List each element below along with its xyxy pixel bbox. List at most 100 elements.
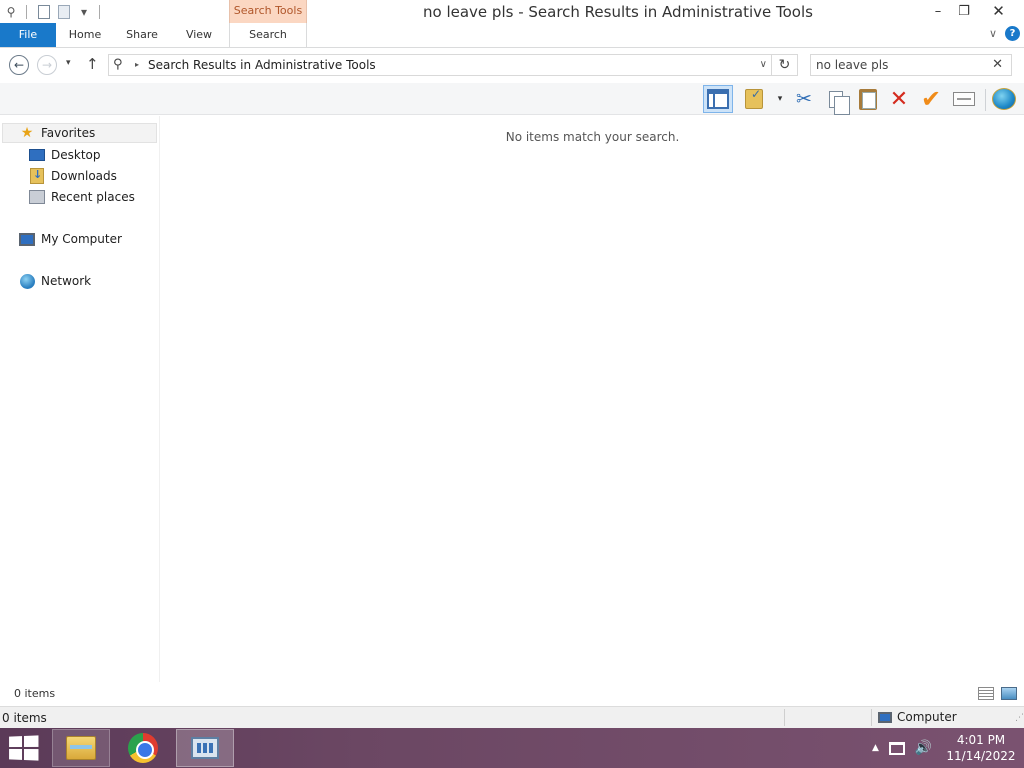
customize-qat-icon[interactable]: ▾ (75, 3, 93, 21)
copy-icon (829, 90, 850, 115)
sidebar-item-network[interactable]: Network (19, 271, 91, 291)
clock[interactable]: 4:01 PM 11/14/2022 (944, 732, 1018, 764)
sidebar-item-recent-places[interactable]: Recent places (29, 187, 135, 207)
network-tray-icon[interactable] (888, 741, 905, 755)
clipboard-icon (859, 88, 877, 110)
sidebar-item-label: Network (41, 274, 92, 288)
qat-separator (26, 4, 27, 19)
sidebar-item-my-computer[interactable]: My Computer (19, 229, 122, 249)
search-tools-context-label: Search Tools (229, 0, 307, 23)
zone-label: Computer (897, 710, 957, 724)
sidebar-item-favorites[interactable]: ★ Favorites (2, 123, 157, 143)
up-button[interactable]: ↑ (86, 55, 99, 73)
ribbon-tabs: File Home Share View Search ∨ ? (0, 23, 1024, 48)
search-box[interactable]: ✕ (810, 54, 1012, 76)
taskbar: ▲ 🔊 4:01 PM 11/14/2022 (0, 728, 1024, 768)
rename-button[interactable] (951, 85, 977, 113)
properties-dropdown-icon[interactable]: ▾ (773, 85, 787, 113)
tab-view[interactable]: View (171, 23, 227, 47)
star-icon: ★ (20, 125, 34, 141)
item-count: 0 items (2, 711, 47, 725)
sidebar-item-downloads[interactable]: Downloads (29, 166, 117, 186)
network-icon (19, 273, 35, 289)
recent-places-icon (29, 189, 45, 205)
expand-ribbon-icon[interactable]: ∨ (989, 27, 997, 40)
tab-search[interactable]: Search (229, 23, 307, 47)
forward-button[interactable]: → (37, 55, 57, 75)
details-view-icon[interactable] (978, 687, 994, 700)
tab-file[interactable]: File (0, 23, 56, 47)
window-title: no leave pls - Search Results in Adminis… (423, 3, 813, 21)
taskbar-file-explorer[interactable] (52, 729, 110, 767)
copy-button[interactable] (824, 85, 850, 115)
zone-indicator: Computer (878, 710, 957, 724)
show-hidden-icons-icon[interactable]: ▲ (872, 743, 879, 753)
qat-separator (99, 4, 100, 19)
tab-home[interactable]: Home (57, 23, 113, 47)
sidebar-item-label: Favorites (41, 126, 96, 140)
volume-icon[interactable]: 🔊 (915, 740, 932, 756)
globe-button[interactable] (990, 85, 1018, 113)
computer-icon (878, 711, 892, 723)
status-bar: 0 items (0, 683, 1024, 705)
search-icon[interactable]: ⚲ (2, 3, 20, 21)
computer-icon (19, 231, 35, 247)
sidebar-item-label: Downloads (51, 169, 117, 183)
restore-button[interactable]: ❐ (951, 0, 977, 22)
globe-icon (992, 88, 1016, 110)
large-icons-view-icon[interactable] (1001, 687, 1017, 700)
address-bar-row: ← → ▾ ↑ ⚲ ▸ Search Results in Administra… (0, 49, 1024, 82)
status-separator (784, 709, 785, 726)
address-field[interactable]: ⚲ ▸ Search Results in Administrative Too… (108, 54, 772, 76)
sidebar-item-label: Recent places (51, 190, 135, 204)
recent-locations-icon[interactable]: ▾ (66, 58, 71, 68)
refresh-button[interactable]: ↻ (772, 54, 798, 76)
navigation-pane: ★ Favorites Desktop Downloads Recent pla… (0, 116, 160, 682)
taskbar-chrome[interactable] (114, 729, 172, 767)
sidebar-item-label: Desktop (51, 148, 101, 162)
tab-share[interactable]: Share (114, 23, 170, 47)
breadcrumb[interactable]: Search Results in Administrative Tools (148, 58, 376, 72)
properties-icon[interactable] (35, 3, 53, 21)
search-location-icon: ⚲ (113, 57, 123, 72)
file-explorer-icon (66, 736, 96, 760)
clock-date: 11/14/2022 (946, 749, 1016, 763)
windows-start-icon[interactable] (9, 735, 39, 761)
taskbar-administrative-tools[interactable] (176, 729, 234, 767)
rename-icon (953, 92, 975, 106)
downloads-icon (29, 168, 45, 184)
classic-status-bar: 0 items Computer ⋰ (0, 706, 1024, 728)
system-tray: ▲ 🔊 (872, 728, 932, 768)
help-icon[interactable]: ? (1005, 26, 1020, 41)
cut-button[interactable]: ✂ (792, 85, 816, 113)
close-button[interactable]: ✕ (977, 0, 1020, 22)
resize-grip-icon[interactable]: ⋰ (1015, 713, 1024, 723)
preview-pane-button[interactable] (703, 85, 733, 113)
breadcrumb-chevron-icon[interactable]: ▸ (135, 60, 139, 69)
search-input[interactable] (816, 57, 986, 73)
sidebar-item-desktop[interactable]: Desktop (29, 145, 101, 165)
new-folder-icon[interactable] (55, 3, 73, 21)
layout-pane-icon (707, 89, 729, 109)
command-toolbar: ▾ ✂ ✕ ✔ (0, 83, 1024, 115)
sidebar-item-label: My Computer (41, 232, 122, 246)
administrative-tools-icon (191, 737, 219, 759)
desktop-icon (29, 147, 45, 163)
delete-button[interactable]: ✕ (887, 85, 911, 113)
quick-access-toolbar: ⚲ ▾ (0, 0, 106, 23)
minimize-button[interactable]: – (924, 0, 952, 22)
status-separator (871, 709, 872, 726)
checkmark-button[interactable]: ✔ (918, 85, 944, 113)
item-count: 0 items (14, 687, 56, 700)
title-bar: ⚲ ▾ Search Tools no leave pls - Search R… (0, 0, 1024, 23)
clear-search-icon[interactable]: ✕ (992, 57, 1003, 72)
properties-button[interactable] (743, 85, 765, 113)
file-list[interactable]: No items match your search. (161, 116, 1024, 682)
clock-time: 4:01 PM (956, 733, 1006, 747)
toolbar-separator (985, 89, 986, 111)
chrome-icon (128, 733, 158, 763)
paste-button[interactable] (856, 85, 880, 113)
address-dropdown-icon[interactable]: ∨ (760, 59, 767, 70)
folder-properties-icon (745, 87, 763, 109)
back-button[interactable]: ← (9, 55, 29, 75)
